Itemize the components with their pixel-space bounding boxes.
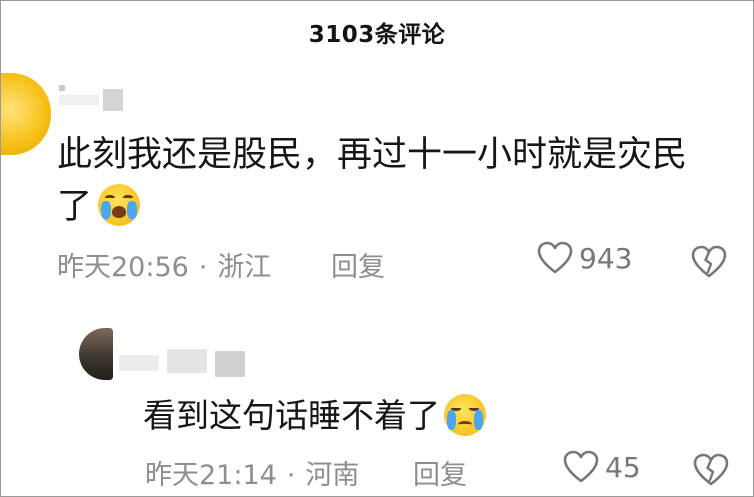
username-redacted[interactable] bbox=[119, 341, 259, 379]
avatar[interactable] bbox=[79, 328, 113, 380]
comment-time: 昨天21:14 bbox=[145, 460, 277, 491]
comment-location: 河南 bbox=[305, 460, 360, 491]
comment-text: 看到这句话睡不着了 bbox=[143, 393, 486, 439]
like-button[interactable]: 943 bbox=[537, 241, 632, 275]
comment-meta: 昨天21:14 · 河南 bbox=[145, 453, 359, 492]
crying-face-icon bbox=[444, 393, 486, 436]
crying-laughing-face-icon bbox=[98, 184, 141, 226]
separator-dot: · bbox=[286, 460, 296, 491]
comments-count-title: 3103条评论 bbox=[308, 22, 446, 48]
comment-meta: 昨天20:56 · 浙江 bbox=[57, 245, 271, 284]
broken-heart-icon[interactable] bbox=[693, 453, 729, 487]
comment-text: 此刻我还是股民，再过十一小时就是灾民了 bbox=[57, 129, 717, 233]
like-count: 45 bbox=[605, 450, 641, 484]
broken-heart-icon[interactable] bbox=[691, 245, 727, 279]
comment-body: 看到这句话睡不着了 bbox=[143, 396, 440, 435]
heart-icon bbox=[563, 450, 599, 483]
comment-time: 昨天20:56 bbox=[57, 252, 189, 283]
comment-panel: 3103条评论 此刻我还是股民，再过十一小时就是灾民了 昨天20:56 · 浙江 回… bbox=[0, 0, 754, 497]
avatar[interactable] bbox=[1, 73, 51, 155]
comment-body: 此刻我还是股民，再过十一小时就是灾民了 bbox=[57, 135, 688, 227]
reply-button[interactable]: 回复 bbox=[413, 453, 467, 492]
heart-icon bbox=[537, 241, 573, 274]
like-button[interactable]: 45 bbox=[563, 450, 641, 484]
like-count: 943 bbox=[579, 241, 633, 275]
comment-location: 浙江 bbox=[217, 252, 272, 283]
reply-button[interactable]: 回复 bbox=[331, 245, 385, 284]
separator-dot: · bbox=[198, 252, 208, 283]
username-redacted[interactable] bbox=[59, 85, 137, 111]
